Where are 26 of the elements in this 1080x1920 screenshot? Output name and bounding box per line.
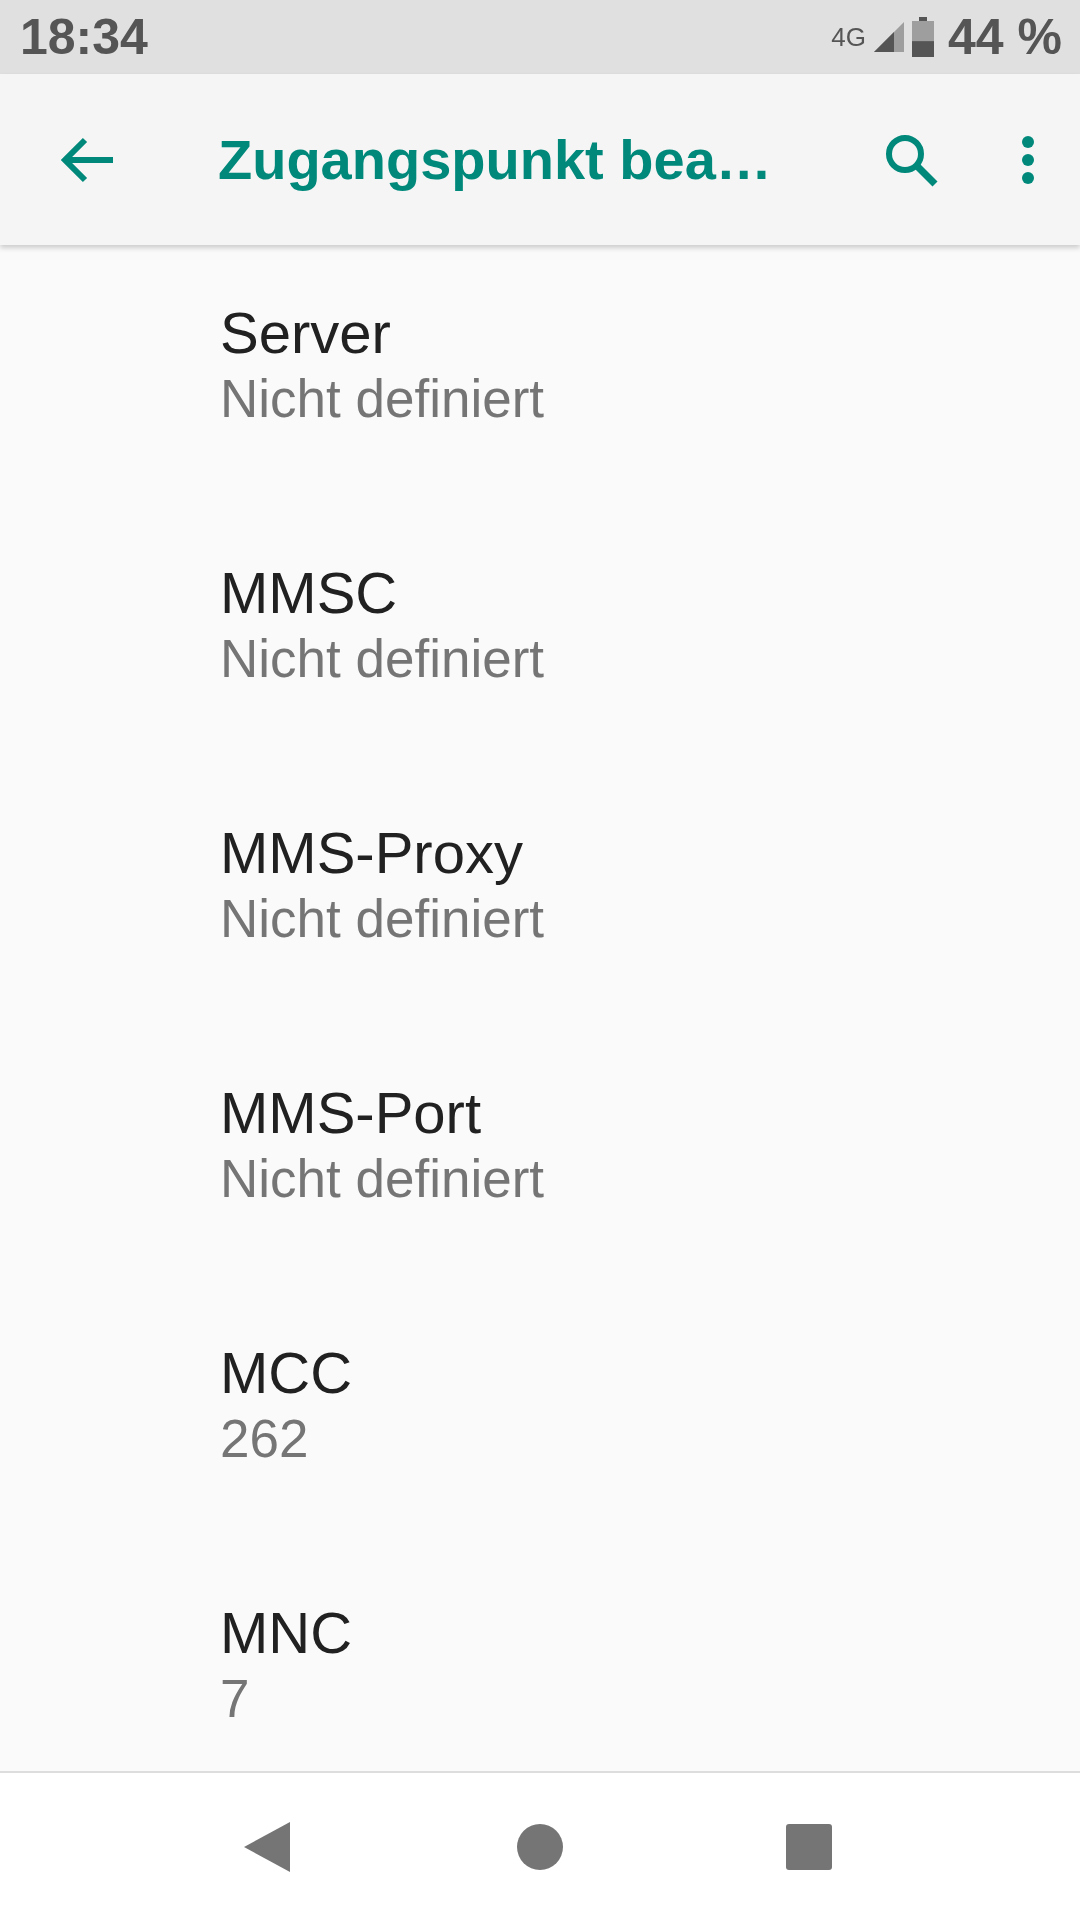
setting-value: 7: [220, 1668, 251, 1730]
triangle-back-icon: [244, 1821, 290, 1872]
setting-title[interactable]: MMS-Proxy: [220, 820, 1080, 886]
setting-title[interactable]: MMSC: [220, 560, 1080, 626]
circle-home-icon: [517, 1823, 563, 1870]
setting-value: Nicht definiert: [220, 1148, 546, 1210]
battery-icon: [912, 17, 935, 57]
square-recents-icon: [786, 1823, 832, 1870]
signal-icon: [874, 22, 905, 52]
screen-title: Zugangspunkt bea…: [218, 127, 773, 192]
more-vert-icon: [1021, 134, 1035, 185]
back-arrow-icon: [61, 136, 115, 183]
setting-title[interactable]: MMS-Port: [220, 1080, 1080, 1146]
battery-percent: 44 %: [948, 8, 1062, 66]
setting-title[interactable]: MCC: [220, 1340, 1080, 1406]
back-nav-button[interactable]: [244, 1821, 290, 1872]
status-time: 18:34: [20, 8, 148, 66]
network-type: 4G: [831, 21, 867, 53]
setting-value: Nicht definiert: [220, 888, 546, 950]
setting-value: Nicht definiert: [220, 368, 546, 430]
recents-nav-button[interactable]: [786, 1823, 832, 1870]
home-nav-button[interactable]: [517, 1823, 563, 1870]
setting-value: 262: [220, 1408, 310, 1470]
setting-title[interactable]: MNC: [220, 1600, 1080, 1666]
setting-title[interactable]: Server: [220, 300, 1080, 366]
setting-value: Nicht definiert: [220, 628, 546, 690]
